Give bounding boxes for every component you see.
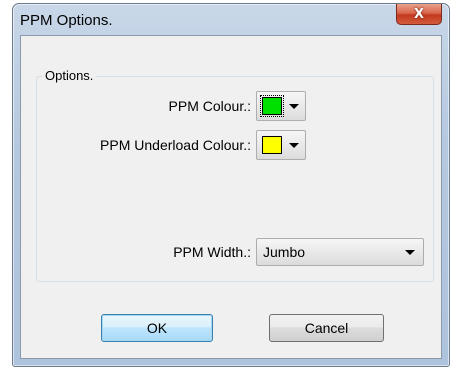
ppm-underload-colour-swatch (262, 136, 282, 154)
ppm-width-label: PPM Width.: (173, 244, 251, 260)
cancel-button[interactable]: Cancel (269, 314, 384, 342)
chevron-down-icon (289, 143, 299, 148)
window-title: PPM Options. (20, 12, 113, 29)
dialog-window: PPM Options. X Options. PPM Colour.: PPM… (12, 3, 450, 367)
chevron-down-icon (289, 104, 299, 109)
chevron-down-icon (405, 250, 415, 255)
ppm-width-selected-value: Jumbo (263, 244, 306, 260)
close-icon: X (413, 6, 425, 22)
ppm-underload-colour-picker[interactable] (256, 130, 306, 160)
ppm-colour-picker[interactable] (256, 91, 306, 121)
ppm-colour-swatch (260, 95, 284, 117)
title-bar[interactable]: PPM Options. X (13, 4, 449, 32)
ok-button[interactable]: OK (101, 314, 213, 342)
ppm-underload-colour-label: PPM Underload Colour.: (100, 137, 251, 153)
dialog-client-area: Options. PPM Colour.: PPM Underload Colo… (20, 35, 442, 359)
close-button[interactable]: X (396, 4, 442, 25)
ppm-width-select[interactable]: Jumbo (256, 238, 424, 266)
options-group-title: Options. (42, 68, 97, 83)
ppm-colour-label: PPM Colour.: (168, 98, 251, 114)
